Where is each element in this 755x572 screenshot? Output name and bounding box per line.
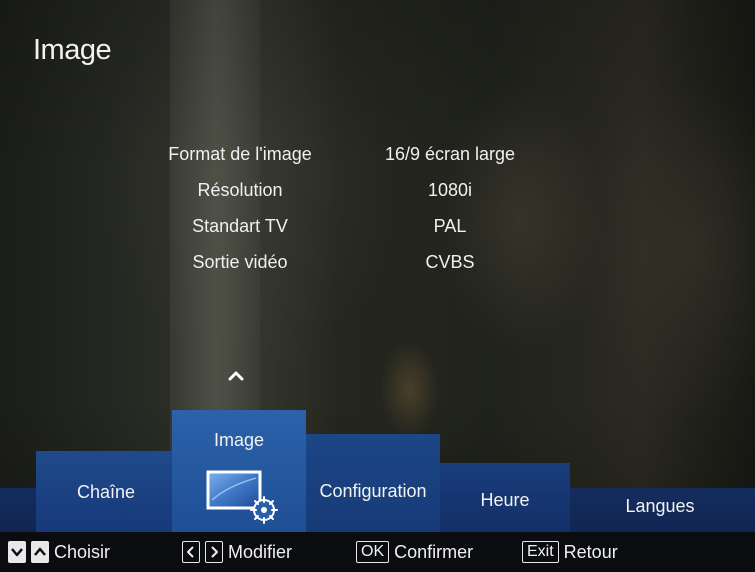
tab-configuration[interactable]: Configuration — [306, 434, 440, 532]
setting-label: Format de l'image — [168, 144, 312, 164]
setting-label: Résolution — [197, 180, 283, 200]
setting-row-video-output[interactable]: Sortie vidéo CVBS — [130, 252, 590, 288]
tab-heure[interactable]: Heure — [440, 463, 570, 532]
footer-hints: Choisir Modifier OK Confirmer Exit Retou… — [0, 532, 755, 572]
setting-value[interactable]: PAL — [350, 216, 550, 237]
exit-key[interactable]: Exit — [522, 541, 559, 563]
settings-list: Format de l'image 16/9 écran large Résol… — [130, 144, 590, 288]
hint-back: Exit Retour — [522, 541, 618, 563]
tab-langues[interactable]: Langues — [570, 476, 755, 532]
setting-row-tv-standard[interactable]: Standart TV PAL — [130, 216, 590, 252]
chevron-up-icon[interactable] — [224, 366, 248, 386]
hint-modify: Modifier — [182, 541, 292, 563]
setting-row-aspect-ratio[interactable]: Format de l'image 16/9 écran large — [130, 144, 590, 180]
tab-label: Langues — [625, 496, 695, 516]
chevron-down-icon[interactable] — [8, 541, 26, 563]
tab-label: Configuration — [319, 481, 427, 501]
tab-label: Heure — [480, 490, 530, 510]
hint-label: Choisir — [54, 541, 111, 562]
setting-value[interactable]: CVBS — [350, 252, 550, 273]
chevron-right-icon[interactable] — [205, 541, 223, 563]
setting-label: Standart TV — [192, 216, 288, 236]
chevron-up-icon[interactable] — [31, 541, 49, 563]
hint-choose: Choisir — [8, 541, 110, 563]
tab-label: Chaîne — [76, 482, 136, 502]
hint-label: Confirmer — [394, 541, 474, 562]
tab-image[interactable]: Image — [172, 410, 306, 532]
picture-settings-icon — [206, 470, 278, 524]
tv-screen: Image Format de l'image 16/9 écran large… — [0, 0, 755, 572]
page-title: Image — [33, 34, 112, 66]
chevron-left-icon[interactable] — [182, 541, 200, 563]
setting-value[interactable]: 16/9 écran large — [350, 144, 550, 165]
hint-label: Retour — [563, 541, 618, 562]
tab-chaine[interactable]: Chaîne — [36, 451, 176, 532]
setting-label: Sortie vidéo — [192, 252, 288, 272]
hint-label: Modifier — [228, 541, 293, 562]
setting-row-resolution[interactable]: Résolution 1080i — [130, 180, 590, 216]
hint-confirm: OK Confirmer — [356, 541, 473, 563]
tab-label: Image — [213, 430, 265, 450]
setting-value[interactable]: 1080i — [350, 180, 550, 201]
ok-key[interactable]: OK — [356, 541, 390, 563]
